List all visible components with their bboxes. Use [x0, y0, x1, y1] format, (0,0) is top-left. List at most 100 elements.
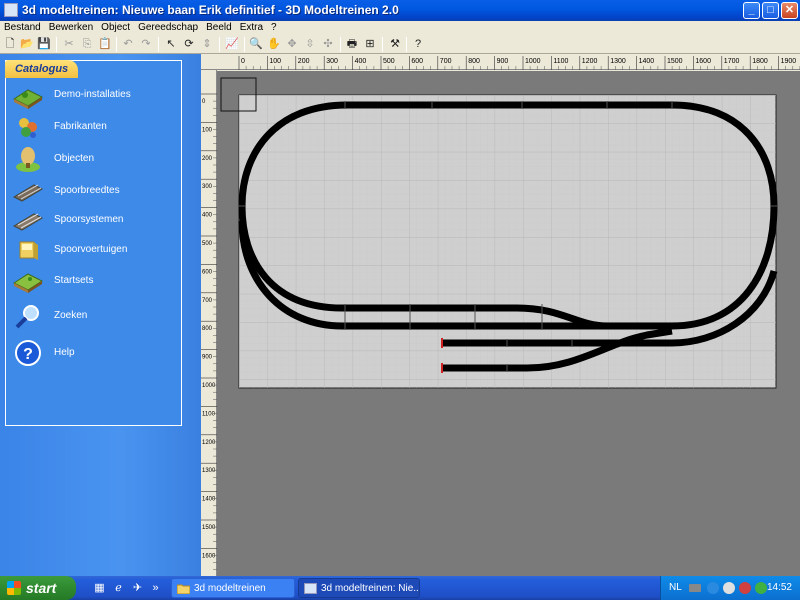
catalog-item-spoorvoertuigen[interactable]: Spoorvoertuigen [8, 236, 178, 266]
task-label: 3d modeltreinen [194, 583, 266, 594]
catalog-item-label: Spoorvoertuigen [54, 244, 128, 255]
messenger-icon[interactable]: ✈ [130, 581, 145, 596]
catalog-item-zoeken[interactable]: Zoeken [8, 302, 178, 332]
catalog-item-label: Startsets [54, 275, 94, 286]
catalog-item-objecten[interactable]: Objecten [8, 145, 178, 175]
app-icon[interactable] [4, 3, 18, 17]
menu-gereedschap[interactable]: Gereedschap [134, 21, 202, 35]
ruler-top-label: 1500 [667, 58, 683, 65]
toolbar-separator [382, 37, 383, 52]
menu-object[interactable]: Object [97, 21, 134, 35]
ruler-left-label: 200 [202, 156, 213, 162]
save-icon[interactable]: 💾 [37, 37, 51, 51]
rotate-icon[interactable]: ⟳ [182, 37, 196, 51]
ruler-top-label: 1800 [752, 58, 768, 65]
help-icon[interactable]: ? [411, 37, 425, 51]
ruler-top-label: 1000 [525, 58, 541, 65]
toolbar-separator [116, 37, 117, 52]
startset-icon [12, 273, 44, 293]
taskbar-task-folder[interactable]: 3d modeltreinen [171, 578, 295, 598]
landscape-icon [12, 89, 44, 109]
safely-remove-icon[interactable] [723, 582, 735, 594]
select-arrow-icon[interactable]: ↖ [164, 37, 178, 51]
start-label: start [26, 580, 57, 596]
catalog-item-label: Spoorsystemen [54, 214, 124, 225]
antivirus-icon[interactable] [755, 582, 767, 594]
close-button[interactable]: ✕ [781, 2, 798, 19]
taskbar-task-app[interactable]: 3d modeltreinen: Nie... [298, 578, 420, 598]
tools-icon[interactable]: ⚒ [388, 37, 402, 51]
view-icon[interactable]: ⊞ [363, 37, 377, 51]
track-system-icon [12, 213, 44, 231]
keyboard-icon[interactable] [689, 584, 701, 592]
catalog-item-spoorbreedtes[interactable]: Spoorbreedtes [8, 177, 178, 207]
ruler-left-label: 800 [202, 326, 213, 332]
catalog-item-spoorsystemen[interactable]: Spoorsystemen [8, 206, 178, 236]
undo-icon[interactable]: ↶ [121, 37, 135, 51]
zoom-icon[interactable]: 🔍 [249, 37, 263, 51]
ruler-left-label: 0 [202, 99, 206, 105]
svg-text:?: ? [23, 346, 33, 363]
menu-beeld[interactable]: Beeld [202, 21, 236, 35]
security-alert-icon[interactable] [739, 582, 751, 594]
quicklaunch-expand-icon[interactable]: » [148, 581, 163, 596]
ruler-top-label: 300 [326, 58, 338, 65]
new-icon[interactable]: 🗋 [3, 37, 17, 51]
maximize-button[interactable]: □ [762, 2, 779, 19]
help-icon: ? [15, 340, 41, 366]
toolbar-separator [158, 37, 159, 52]
desktop-icon[interactable]: ▦ [92, 581, 107, 596]
hand-pan-icon[interactable]: ✋ [267, 37, 281, 51]
menu-bestand[interactable]: Bestand [0, 21, 45, 35]
title-bar[interactable]: 3d modeltreinen: Nieuwe baan Erik defini… [0, 0, 800, 21]
search-icon [15, 305, 39, 329]
ruler-top-label: 800 [468, 58, 480, 65]
paste-icon[interactable]: 📋 [98, 37, 112, 51]
move-horizontal-icon[interactable]: ✥ [285, 37, 299, 51]
cut-icon[interactable]: ✂ [62, 37, 76, 51]
ruler-left-label: 100 [202, 127, 213, 133]
move-up-down-icon[interactable]: ⇳ [303, 37, 317, 51]
catalog-item-label: Help [54, 347, 75, 358]
catalog-item-label: Fabrikanten [54, 121, 107, 132]
open-icon[interactable]: 📂 [20, 37, 34, 51]
browser-icon[interactable]: ℯ [111, 581, 126, 596]
app-window-icon [304, 583, 317, 594]
move-vertical-icon[interactable]: ⇕ [200, 37, 214, 51]
ruler-left-label: 500 [202, 241, 213, 247]
task-label: 3d modeltreinen: Nie... [321, 583, 420, 594]
network-icon[interactable] [707, 582, 719, 594]
copy-icon[interactable]: ⎘ [80, 37, 94, 51]
clock: 14:52 [766, 582, 792, 593]
catalog-item-demo-installaties[interactable]: Demo-installaties [8, 81, 178, 111]
ruler-left-label: 400 [202, 213, 213, 219]
tree-icon [16, 147, 40, 172]
menu-extra[interactable]: Extra [236, 21, 267, 35]
ruler-left-label: 1300 [202, 468, 216, 474]
redo-icon[interactable]: ↷ [139, 37, 153, 51]
ruler-vertical: 0 100 200 300 400 500 600 700 800 900 1000 1100 1200… [201, 70, 217, 576]
catalog-header[interactable]: Catalogus [5, 60, 78, 78]
menu-help[interactable]: ? [267, 21, 281, 35]
ruler-top-label: 500 [383, 58, 395, 65]
toolbar-separator [219, 37, 220, 52]
start-button[interactable]: start [0, 576, 76, 600]
layout-canvas[interactable] [217, 71, 800, 576]
print-icon[interactable]: 🖶 [345, 37, 359, 51]
minimize-button[interactable]: _ [743, 2, 760, 19]
application-window: 3d modeltreinen: Nieuwe baan Erik defini… [0, 0, 800, 576]
language-indicator[interactable]: NL [669, 576, 682, 600]
ruler-left-label: 300 [202, 184, 213, 190]
measure-icon[interactable]: 📈 [225, 37, 239, 51]
catalog-item-fabrikanten[interactable]: Fabrikanten [8, 113, 178, 143]
catalog-item-help[interactable]: ? Help [8, 339, 178, 369]
track-icon [12, 184, 44, 202]
system-tray: NL 14:52 [660, 576, 800, 600]
toolbar-separator [406, 37, 407, 52]
ruler-top-label: 1700 [724, 58, 740, 65]
move-all-icon[interactable]: ✣ [321, 37, 335, 51]
ruler-top-label: 1100 [553, 58, 568, 65]
ruler-left-label: 1600 [202, 553, 216, 559]
catalog-item-startsets[interactable]: Startsets [8, 267, 178, 297]
menu-bewerken[interactable]: Bewerken [45, 21, 97, 35]
